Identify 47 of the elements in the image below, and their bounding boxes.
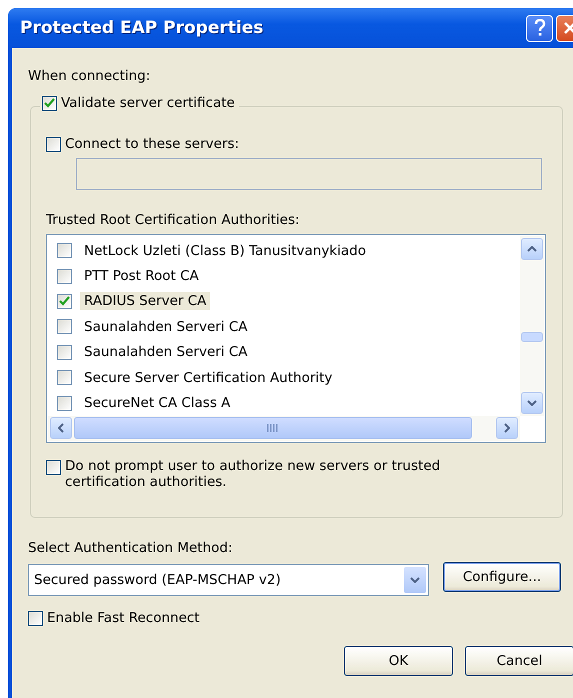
up-chevron-icon [527,246,537,252]
close-icon [562,21,573,35]
scroll-thumb[interactable] [74,417,472,439]
checkbox-label[interactable]: Do not prompt user to authorize new servers or trusted certification authorities. [65,458,505,490]
help-button[interactable] [526,14,553,42]
ok-button[interactable]: OK [344,646,453,676]
list-label: Trusted Root Certification Authorities: [46,212,301,228]
list-item[interactable]: NetLock Uzleti (Class B) Tanusitvanykiado [80,242,370,260]
checkbox[interactable] [57,370,72,386]
checkbox-label[interactable]: Enable Fast Reconnect [47,610,200,626]
cancel-button[interactable]: Cancel [465,646,573,676]
scroll-down-button[interactable] [521,392,543,414]
list-item[interactable]: SecureNet CA Class A [80,394,234,412]
section-label: When connecting: [28,68,150,84]
list-item[interactable]: PTT Post Root CA [80,267,203,286]
checkbox[interactable] [28,610,43,626]
scroll-up-button[interactable] [521,238,543,260]
list-item[interactable]: Saunalahden Serveri CA [80,343,252,362]
checkbox[interactable] [57,344,72,360]
checkbox[interactable] [57,268,72,284]
checkbox[interactable] [46,136,61,152]
scroll-thumb[interactable] [521,332,543,342]
grip-icon [267,424,279,432]
servers-input-field[interactable] [76,158,542,190]
list-item[interactable]: Saunalahden Serveri CA [80,318,252,336]
checkbox[interactable] [46,460,61,475]
scroll-right-button[interactable] [496,417,518,439]
checkbox-label[interactable]: Connect to these servers: [65,136,240,152]
checkbox[interactable] [42,96,57,110]
list-item[interactable]: RADIUS Server CA [80,292,210,310]
window-title: Protected EAP Properties [20,18,264,38]
configure-button[interactable]: Configure... [443,562,561,592]
checkbox[interactable] [57,294,72,309]
question-mark-icon [534,19,546,37]
horizontal-scrollbar[interactable] [48,416,520,441]
left-chevron-icon [58,423,64,433]
checkbox[interactable] [57,243,72,258]
method-dropdown[interactable]: Secured password (EAP-MSCHAP v2) [28,564,429,596]
right-chevron-icon [504,423,510,433]
checkbox[interactable] [57,396,72,411]
list-item[interactable]: Secure Server Certification Authority [80,368,336,387]
scroll-left-button[interactable] [50,417,72,439]
checkbox[interactable] [57,319,72,334]
method-label: Select Authentication Method: [28,540,234,556]
vertical-scrollbar[interactable] [520,236,544,416]
down-chevron-icon [527,400,537,406]
down-chevron-icon [410,577,420,583]
